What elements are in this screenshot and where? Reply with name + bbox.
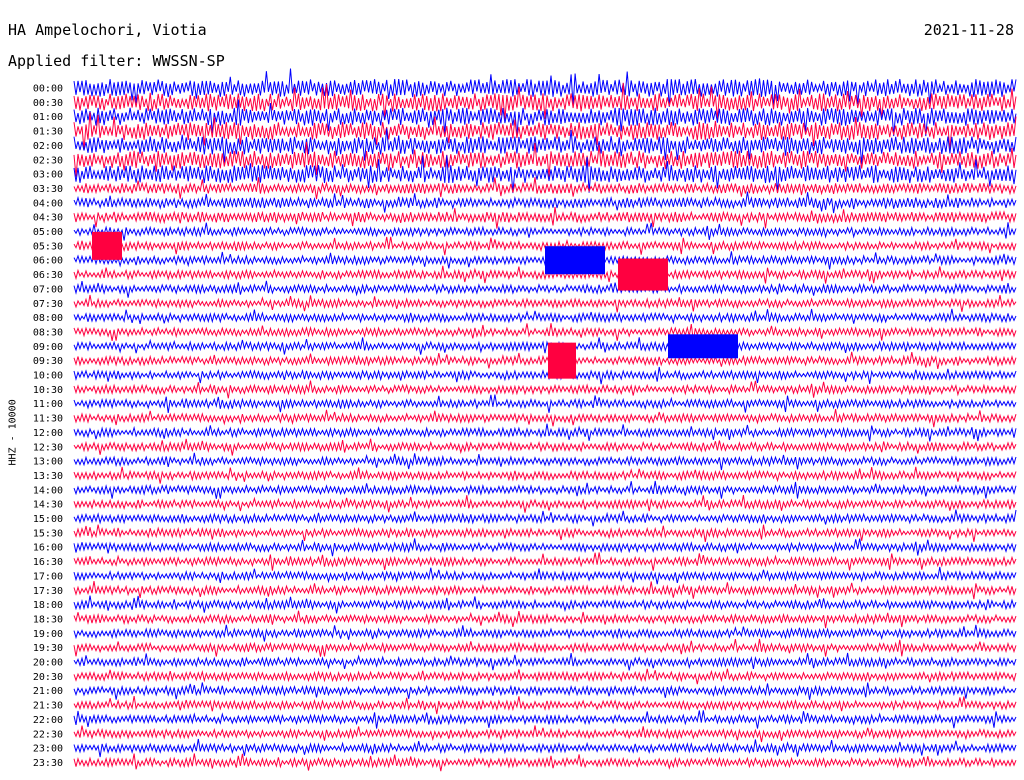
trace-row-1530 (73, 524, 1017, 542)
trace-row-0730 (73, 294, 1017, 313)
trace-row-2200 (73, 710, 1017, 729)
trace-row-1030 (73, 380, 1017, 399)
trace-row-1830 (73, 610, 1017, 629)
time-label-0430: 04:30 (33, 213, 63, 224)
trace-row-2330 (73, 753, 1017, 772)
time-label-1730: 17:30 (33, 586, 63, 597)
time-label-0030: 00:30 (33, 98, 63, 109)
time-label-0200: 02:00 (33, 141, 63, 152)
trace-row-1230 (73, 438, 1017, 456)
trace-row-1100 (73, 394, 1017, 413)
time-label-0230: 02:30 (33, 155, 63, 166)
event-burst-3 (548, 342, 576, 379)
time-label-1800: 18:00 (33, 600, 63, 611)
time-label-0930: 09:30 (33, 356, 63, 367)
time-label-0330: 03:30 (33, 184, 63, 195)
time-label-1900: 19:00 (33, 629, 63, 640)
event-burst-0 (92, 231, 122, 260)
trace-row-1330 (73, 466, 1017, 484)
trace-row-1300 (73, 452, 1017, 471)
trace-row-0700 (73, 280, 1017, 298)
time-label-layer: 00:00 00:30 01:00 01:30 02:00 02:30 03:00 03:30… (33, 84, 63, 769)
time-label-1400: 14:00 (33, 485, 63, 496)
time-label-1700: 17:00 (33, 571, 63, 582)
time-label-0730: 07:30 (33, 299, 63, 310)
time-label-1130: 11:30 (33, 414, 63, 425)
trace-row-2030 (73, 668, 1017, 685)
time-label-2000: 20:00 (33, 658, 63, 669)
trace-row-1730 (73, 581, 1017, 600)
time-label-1630: 16:30 (33, 557, 63, 568)
time-label-1300: 13:00 (33, 457, 63, 468)
trace-row-2100 (73, 682, 1017, 700)
time-label-0130: 01:30 (33, 127, 63, 138)
time-label-1600: 16:00 (33, 543, 63, 554)
trace-row-0930 (73, 351, 1017, 369)
time-label-0600: 06:00 (33, 256, 63, 267)
trace-row-1600 (73, 538, 1017, 557)
event-burst-4 (668, 334, 738, 359)
time-label-1930: 19:30 (33, 643, 63, 654)
time-label-0000: 00:00 (33, 84, 63, 95)
time-label-1000: 10:00 (33, 371, 63, 382)
trace-row-2300 (73, 738, 1017, 758)
trace-row-2000 (73, 652, 1017, 671)
time-label-2300: 23:00 (33, 744, 63, 755)
trace-row-0400 (73, 191, 1017, 214)
event-burst-1 (545, 246, 605, 275)
trace-row-1130 (73, 409, 1017, 428)
time-label-0700: 07:00 (33, 284, 63, 295)
trace-row-1800 (73, 595, 1017, 614)
trace-row-0430 (73, 206, 1017, 229)
time-label-2030: 20:30 (33, 672, 63, 683)
trace-row-1630 (73, 552, 1017, 571)
time-label-1500: 15:00 (33, 514, 63, 525)
trace-row-1200 (73, 423, 1017, 442)
time-label-1830: 18:30 (33, 614, 63, 625)
time-label-0630: 06:30 (33, 270, 63, 281)
trace-row-1500 (73, 509, 1017, 527)
trace-layer (73, 68, 1017, 772)
seismogram-plot: 00:00 00:30 01:00 01:30 02:00 02:30 03:00 03:30… (33, 68, 1017, 772)
trace-row-1930 (73, 638, 1017, 657)
time-label-1330: 13:30 (33, 471, 63, 482)
time-label-2230: 22:30 (33, 729, 63, 740)
time-label-1230: 12:30 (33, 442, 63, 453)
time-label-0800: 08:00 (33, 313, 63, 324)
trace-row-0330 (73, 177, 1017, 200)
trace-row-2130 (73, 696, 1017, 715)
trace-row-0830 (73, 323, 1017, 341)
trace-row-1700 (73, 566, 1017, 585)
station-title: HA Ampelochori, Viotia (8, 21, 207, 39)
time-label-0300: 03:00 (33, 170, 63, 181)
trace-row-1000 (73, 366, 1017, 385)
time-label-0500: 05:00 (33, 227, 63, 238)
trace-row-0800 (73, 308, 1017, 325)
time-label-2130: 21:30 (33, 701, 63, 712)
trace-row-1900 (73, 624, 1017, 642)
time-label-0530: 05:30 (33, 241, 63, 252)
time-label-1030: 10:30 (33, 385, 63, 396)
time-label-0830: 08:30 (33, 327, 63, 338)
event-burst-2 (618, 258, 668, 291)
trace-row-0500 (73, 222, 1017, 241)
time-label-1430: 14:30 (33, 500, 63, 511)
time-label-0400: 04:00 (33, 198, 63, 209)
date-label: 2021-11-28 (923, 21, 1014, 39)
time-label-1100: 11:00 (33, 399, 63, 410)
time-label-0900: 09:00 (33, 342, 63, 353)
filter-label: Applied filter: WWSSN-SP (8, 52, 225, 70)
trace-row-1430 (73, 495, 1017, 513)
time-label-1200: 12:00 (33, 428, 63, 439)
time-label-0100: 01:00 (33, 112, 63, 123)
trace-row-0900 (73, 337, 1017, 355)
time-label-2100: 21:00 (33, 686, 63, 697)
channel-axis-label: HHZ - 10000 (7, 399, 19, 466)
time-label-2200: 22:00 (33, 715, 63, 726)
time-label-1530: 15:30 (33, 528, 63, 539)
trace-row-1400 (73, 480, 1017, 499)
trace-row-2230 (73, 725, 1017, 743)
time-label-2330: 23:30 (33, 758, 63, 769)
